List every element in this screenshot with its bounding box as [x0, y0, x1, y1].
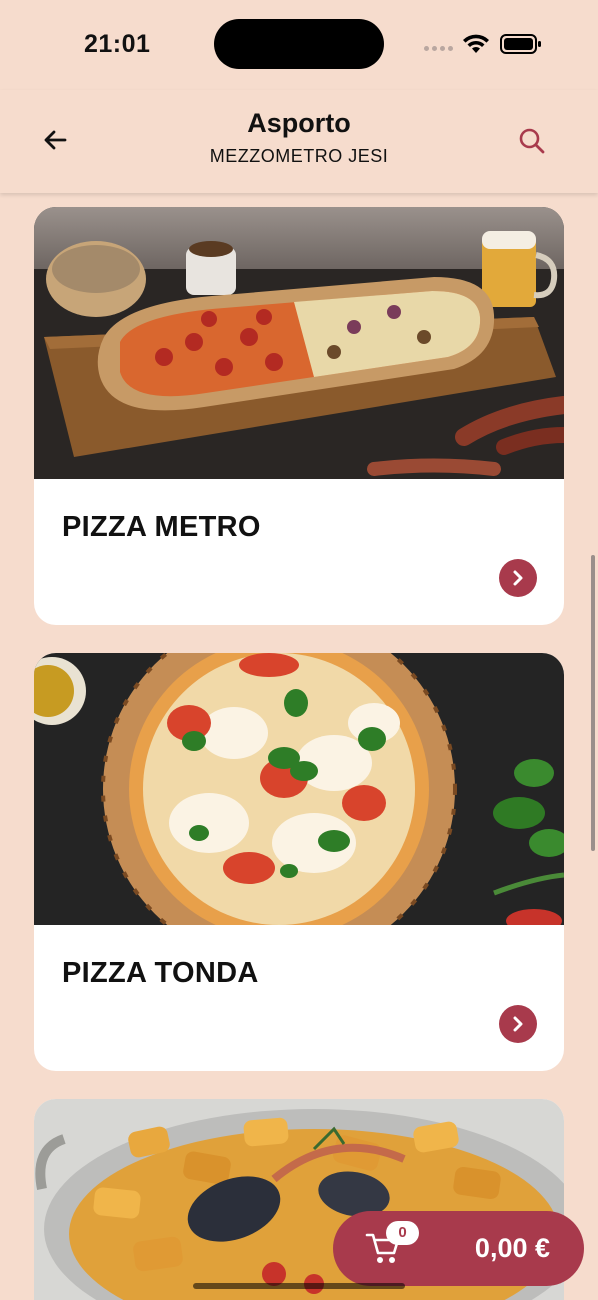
cart-total: 0,00 € — [474, 1233, 550, 1263]
wifi-icon — [463, 34, 489, 53]
page-title: Asporto — [247, 108, 351, 138]
home-indicator — [193, 1283, 405, 1289]
dynamic-island — [214, 19, 384, 69]
battery-icon — [500, 34, 541, 54]
open-category-button[interactable] — [499, 1005, 537, 1043]
category-card-pizza-tonda[interactable]: PIZZA TONDA — [34, 653, 564, 1071]
chevron-right-icon — [513, 570, 523, 586]
category-card-pizza-metro[interactable]: PIZZA METRO — [34, 207, 564, 625]
scrollbar[interactable] — [591, 555, 595, 851]
search-icon — [519, 128, 545, 154]
status-bar: 21:01 — [0, 0, 598, 90]
status-time: 21:01 — [84, 30, 151, 58]
search-button[interactable] — [514, 123, 550, 159]
chevron-right-icon — [513, 1016, 523, 1032]
open-category-button[interactable] — [499, 559, 537, 597]
card-body: PIZZA TONDA — [34, 925, 564, 1071]
cart-count-badge: 0 — [386, 1221, 419, 1245]
pizza-tonda-image — [34, 653, 564, 925]
card-title: PIZZA TONDA — [62, 957, 259, 989]
cart-button[interactable]: 0 0,00 € — [333, 1211, 584, 1286]
card-body: PIZZA METRO — [34, 479, 564, 625]
card-title: PIZZA METRO — [62, 511, 261, 543]
pizza-metro-image — [34, 207, 564, 479]
app-header: Asporto MEZZOMETRO JESI — [0, 90, 598, 193]
cellular-signal-icon — [424, 46, 453, 51]
page-subtitle: MEZZOMETRO JESI — [209, 146, 389, 166]
